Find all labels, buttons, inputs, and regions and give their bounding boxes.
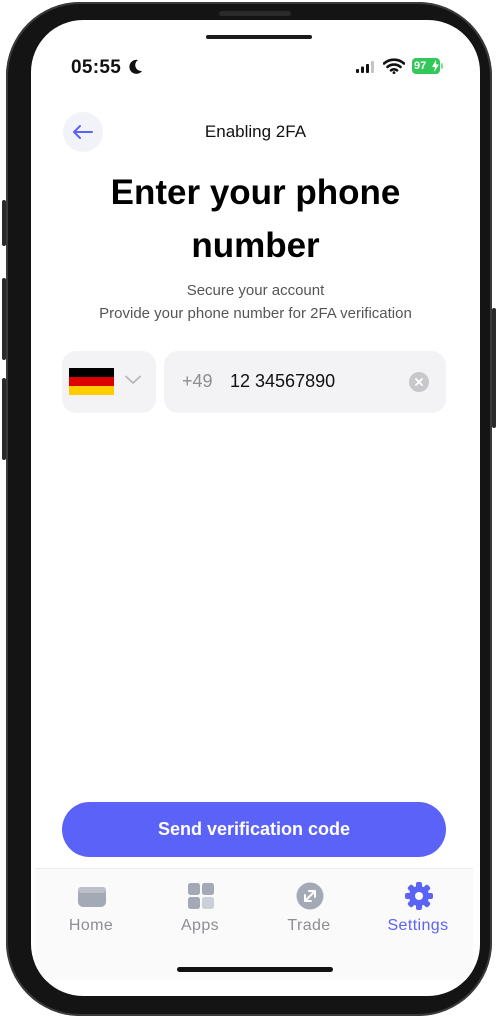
charging-bolt-icon	[432, 60, 439, 72]
flag-stripe	[69, 377, 114, 386]
flag-stripe	[69, 386, 114, 395]
gear-icon	[405, 882, 433, 910]
tab-apps-label: Apps	[180, 917, 220, 934]
header-title: Enabling 2FA	[204, 122, 307, 141]
tab-trade-label: Trade	[287, 917, 331, 934]
tab-home-label: Home	[68, 917, 114, 934]
moon-icon	[129, 59, 142, 74]
power-button	[492, 308, 496, 428]
trade-icon	[296, 882, 324, 910]
tab-bar: Home Apps Trade Settings	[35, 868, 473, 980]
speaker-slot	[219, 11, 291, 16]
apps-grid-icon	[188, 883, 214, 909]
tab-apps[interactable]: Apps	[146, 869, 254, 949]
battery-cap	[441, 63, 443, 69]
dial-code: +49	[182, 371, 213, 391]
dynamic-island	[206, 35, 312, 39]
volume-down-button	[2, 378, 6, 460]
battery-level: 97	[414, 60, 427, 72]
phone-number-field[interactable]: +49 12 34567890	[164, 351, 446, 413]
chevron-down-icon	[125, 375, 141, 384]
subtitle-line-1: Secure your account	[186, 282, 325, 299]
silent-switch	[2, 200, 6, 246]
tab-trade[interactable]: Trade	[255, 869, 363, 949]
volume-up-button	[2, 278, 6, 360]
page-title: Enter your phone number	[110, 173, 401, 265]
tab-home[interactable]: Home	[37, 869, 145, 949]
home-indicator	[177, 967, 333, 972]
tab-settings[interactable]: Settings	[364, 869, 472, 949]
subtitle-line-2: Provide your phone number for 2FA verifi…	[99, 305, 412, 322]
germany-flag-icon	[69, 368, 114, 395]
wallet-icon	[78, 887, 106, 907]
battery-indicator: 97	[412, 58, 440, 74]
phone-frame: 05:55 97 Enabling 2FA Enter your phone n…	[2, 2, 496, 1016]
send-verification-code-button[interactable]: Send verification code	[62, 802, 446, 857]
flag-stripe	[69, 368, 114, 377]
status-time: 05:55	[71, 57, 122, 78]
country-selector[interactable]	[62, 351, 156, 413]
phone-number-input[interactable]: 12 34567890	[230, 371, 335, 392]
cellular-signal-icon	[356, 61, 374, 73]
clear-input-button[interactable]	[409, 372, 429, 392]
tab-settings-label: Settings	[387, 917, 449, 934]
app-screen: 05:55 97 Enabling 2FA Enter your phone n…	[31, 20, 480, 996]
close-icon	[415, 378, 423, 386]
wifi-icon	[383, 58, 405, 74]
